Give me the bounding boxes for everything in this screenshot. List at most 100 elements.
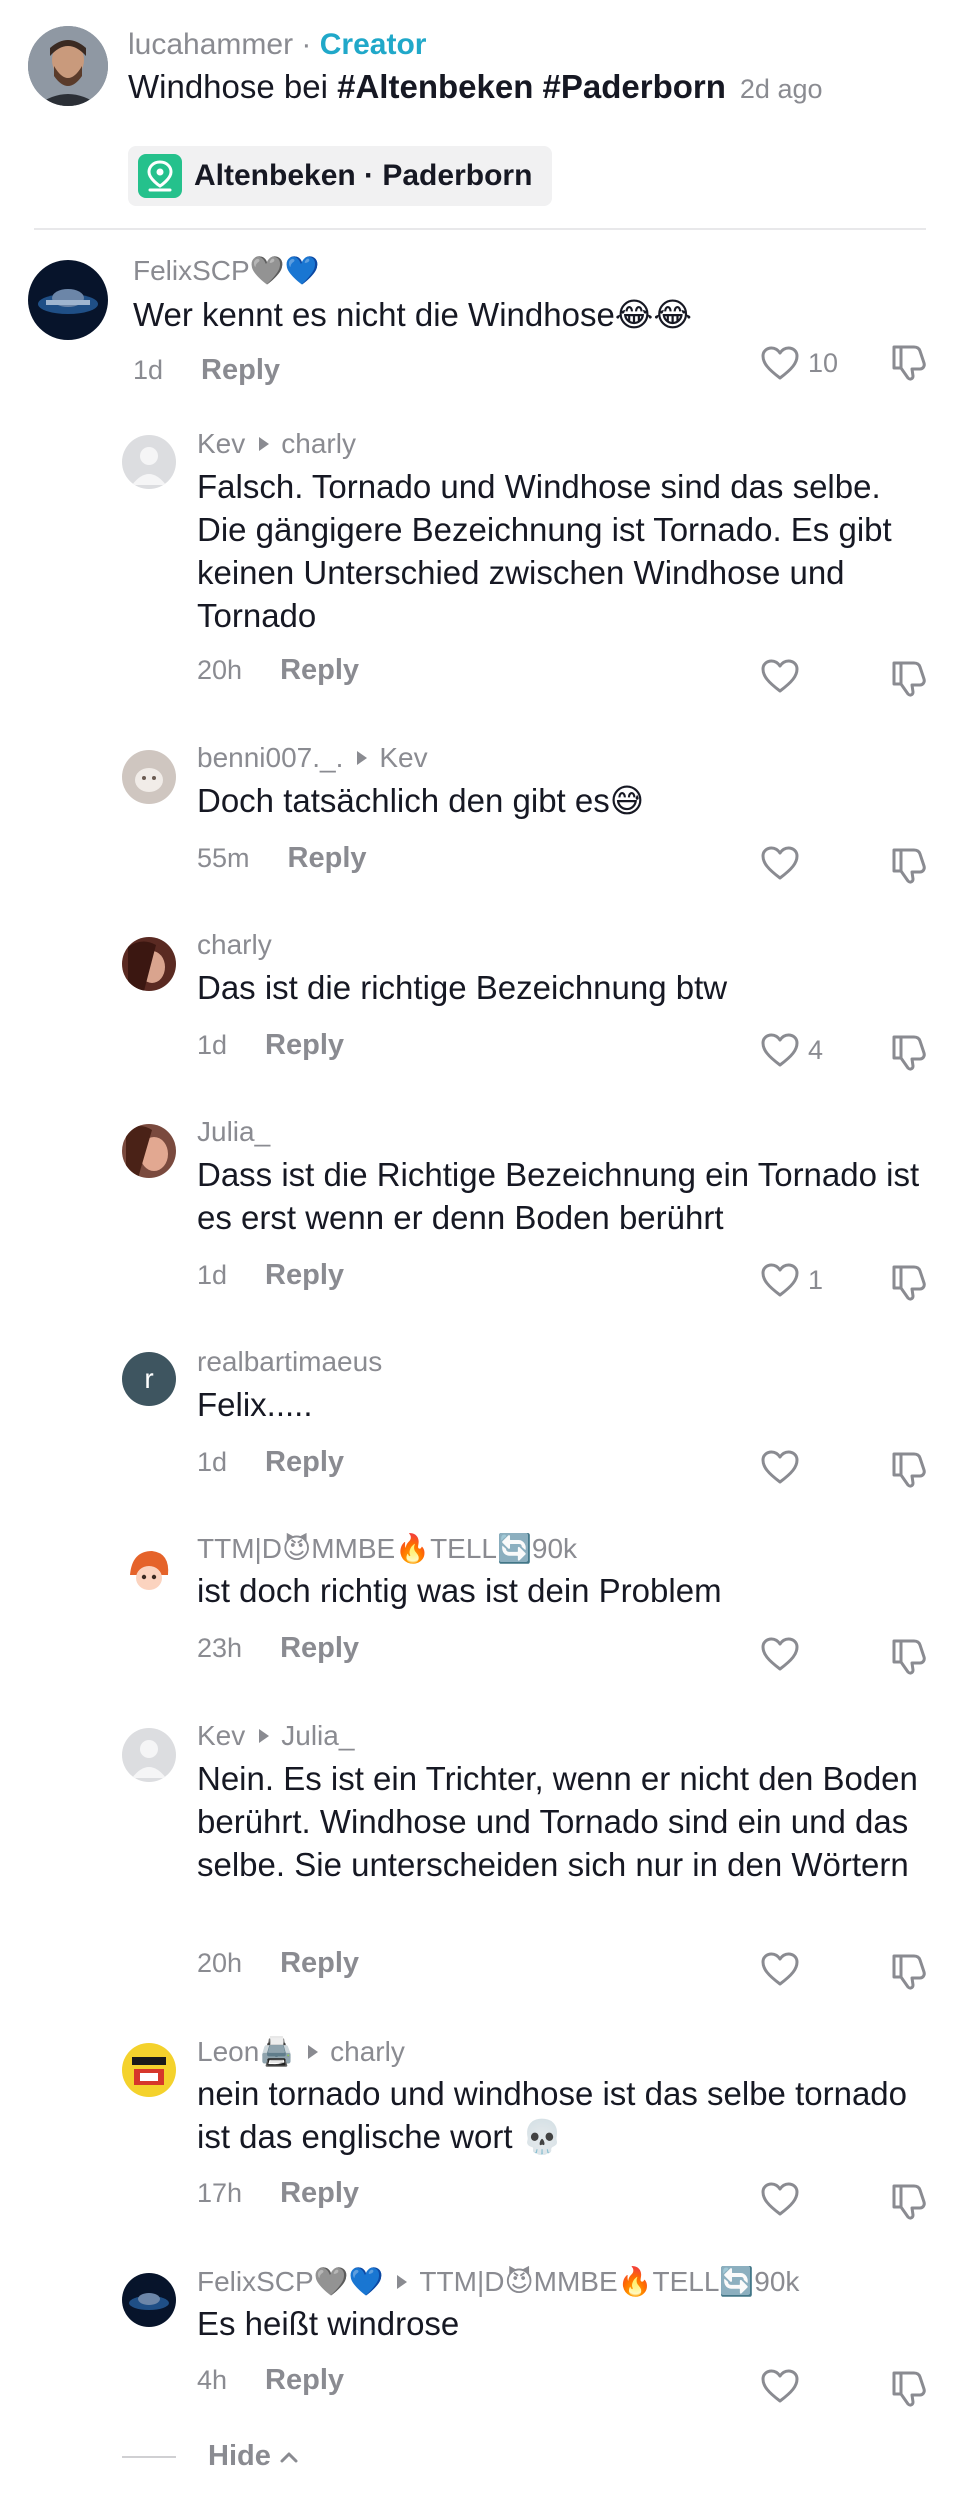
like-button[interactable] <box>760 2181 808 2217</box>
comment-author[interactable]: FelixSCP🩶💙 <box>133 254 319 287</box>
comment-time: 17h <box>197 2178 243 2208</box>
comment-text: ist doch richtig was ist dein Problem <box>197 1572 722 1609</box>
comment-actions: 55m Reply <box>197 842 367 875</box>
comment-actions: 1d Reply <box>197 1259 344 1292</box>
comment-header: realbartimaeus <box>197 1346 382 1378</box>
like-button[interactable] <box>760 658 808 694</box>
comment-author[interactable]: realbartimaeus <box>197 1346 382 1378</box>
comment-text: Doch tatsächlich den gibt es😅 <box>197 782 645 819</box>
dislike-icon[interactable] <box>888 1032 930 1072</box>
comments-page: lucahammer · Creator Windhose bei #Alten… <box>0 0 960 2519</box>
comment-text: Felix..... <box>197 1386 313 1423</box>
heart-icon <box>761 2182 799 2216</box>
caption-text: Windhose bei #Altenbeken #Paderborn 2d ag… <box>128 68 823 106</box>
like-count: 4 <box>808 1034 824 1065</box>
reply-arrow-icon <box>259 437 270 451</box>
like-button[interactable]: 10 <box>760 345 838 381</box>
heart-icon <box>761 1952 799 1986</box>
reply-arrow-icon <box>259 1729 270 1743</box>
hide-replies[interactable]: Hide <box>122 2440 299 2473</box>
reply-button[interactable]: Reply <box>265 2364 344 2397</box>
heart-icon <box>761 346 799 380</box>
dislike-icon[interactable] <box>888 342 930 382</box>
heart-icon <box>761 2369 799 2403</box>
comment-author[interactable]: benni007._. <box>197 742 343 774</box>
reply-to-user[interactable]: TTM|D😈MMBE🔥TELL🔄90k <box>419 2265 799 2298</box>
like-count: 10 <box>808 347 839 378</box>
dislike-icon[interactable] <box>888 1262 930 1302</box>
comment-header: Kev Julia_ <box>197 1720 354 1752</box>
commenter-avatar[interactable] <box>122 1124 176 1178</box>
reply-to-user[interactable]: charly <box>281 428 356 460</box>
like-button[interactable] <box>760 1951 808 1987</box>
hide-divider <box>122 2455 176 2458</box>
dislike-icon[interactable] <box>888 1636 930 1676</box>
reply-button[interactable]: Reply <box>280 1947 359 1980</box>
commenter-avatar[interactable] <box>122 1545 176 1599</box>
comment-header: benni007._. Kev <box>197 742 428 774</box>
caption-meta: lucahammer · Creator <box>128 28 426 62</box>
comment-time: 55m <box>197 843 250 873</box>
like-button[interactable] <box>760 1636 808 1672</box>
reply-button[interactable]: Reply <box>280 1632 359 1665</box>
commenter-avatar[interactable] <box>122 435 176 489</box>
reply-to-user[interactable]: Julia_ <box>281 1720 354 1752</box>
comment-time: 20h <box>197 655 243 685</box>
creator-badge: Creator <box>319 28 427 61</box>
like-button[interactable]: 1 <box>760 1262 823 1298</box>
commenter-avatar[interactable] <box>122 2273 176 2327</box>
like-button[interactable] <box>760 2368 808 2404</box>
reply-button[interactable]: Reply <box>265 1259 344 1292</box>
reply-button[interactable]: Reply <box>201 354 280 387</box>
caption-hashtags[interactable]: #Altenbeken #Paderborn <box>337 68 726 105</box>
comment-time: 1d <box>133 355 164 385</box>
dislike-icon[interactable] <box>888 1449 930 1489</box>
chevron-up-icon <box>280 2452 298 2462</box>
creator-avatar[interactable] <box>28 26 108 106</box>
dislike-icon[interactable] <box>888 658 930 698</box>
reply-button[interactable]: Reply <box>288 842 367 875</box>
commenter-avatar[interactable] <box>122 1728 176 1782</box>
comment-author[interactable]: TTM|D😈MMBE🔥TELL🔄90k <box>197 1532 577 1565</box>
commenter-avatar[interactable] <box>122 2043 176 2097</box>
comment-header: FelixSCP🩶💙 <box>133 254 319 287</box>
location-pin-icon <box>138 154 182 198</box>
comment-actions: 1d Reply <box>197 1446 344 1479</box>
comment-text: Nein. Es ist ein Trichter, wenn er nicht… <box>197 1760 918 1883</box>
dislike-icon[interactable] <box>888 845 930 885</box>
comment-author[interactable]: Kev <box>197 428 245 460</box>
comment-author[interactable]: Julia_ <box>197 1116 270 1148</box>
comment-author[interactable]: charly <box>197 929 272 961</box>
location-chip[interactable]: Altenbeken · Paderborn <box>128 146 553 206</box>
like-button[interactable] <box>760 1449 808 1485</box>
comment-header: Leon🖨️ charly <box>197 2035 405 2068</box>
reply-button[interactable]: Reply <box>280 2177 359 2210</box>
like-button[interactable]: 4 <box>760 1032 823 1068</box>
dislike-icon[interactable] <box>888 2181 930 2221</box>
comment-author[interactable]: Kev <box>197 1720 245 1752</box>
commenter-avatar[interactable] <box>122 750 176 804</box>
commenter-avatar[interactable] <box>122 937 176 991</box>
reply-arrow-icon <box>397 2274 408 2289</box>
heart-icon <box>761 1637 799 1671</box>
dislike-icon[interactable] <box>888 1951 930 1991</box>
commenter-avatar[interactable]: r <box>122 1352 176 1406</box>
reply-arrow-icon <box>357 751 368 765</box>
reply-button[interactable]: Reply <box>265 1029 344 1062</box>
reply-button[interactable]: Reply <box>280 654 359 687</box>
dislike-icon[interactable] <box>888 2368 930 2408</box>
comment-actions: 20h Reply <box>197 654 359 687</box>
reply-button[interactable]: Reply <box>265 1446 344 1479</box>
reply-to-user[interactable]: Kev <box>379 742 427 774</box>
comment-actions: 17h Reply <box>197 2177 359 2210</box>
hide-label: Hide <box>208 2440 271 2472</box>
comment-author[interactable]: FelixSCP🩶💙 <box>197 2265 383 2298</box>
like-button[interactable] <box>760 845 808 881</box>
comment-time: 1d <box>197 1447 228 1477</box>
comment-author[interactable]: Leon🖨️ <box>197 2035 294 2068</box>
commenter-avatar[interactable] <box>28 260 108 340</box>
reply-to-user[interactable]: charly <box>330 2036 405 2068</box>
comment-header: Kev charly <box>197 428 356 460</box>
creator-username[interactable]: lucahammer <box>128 28 293 61</box>
comment-text: Dass ist die Richtige Bezeichnung ein To… <box>197 1156 920 1236</box>
